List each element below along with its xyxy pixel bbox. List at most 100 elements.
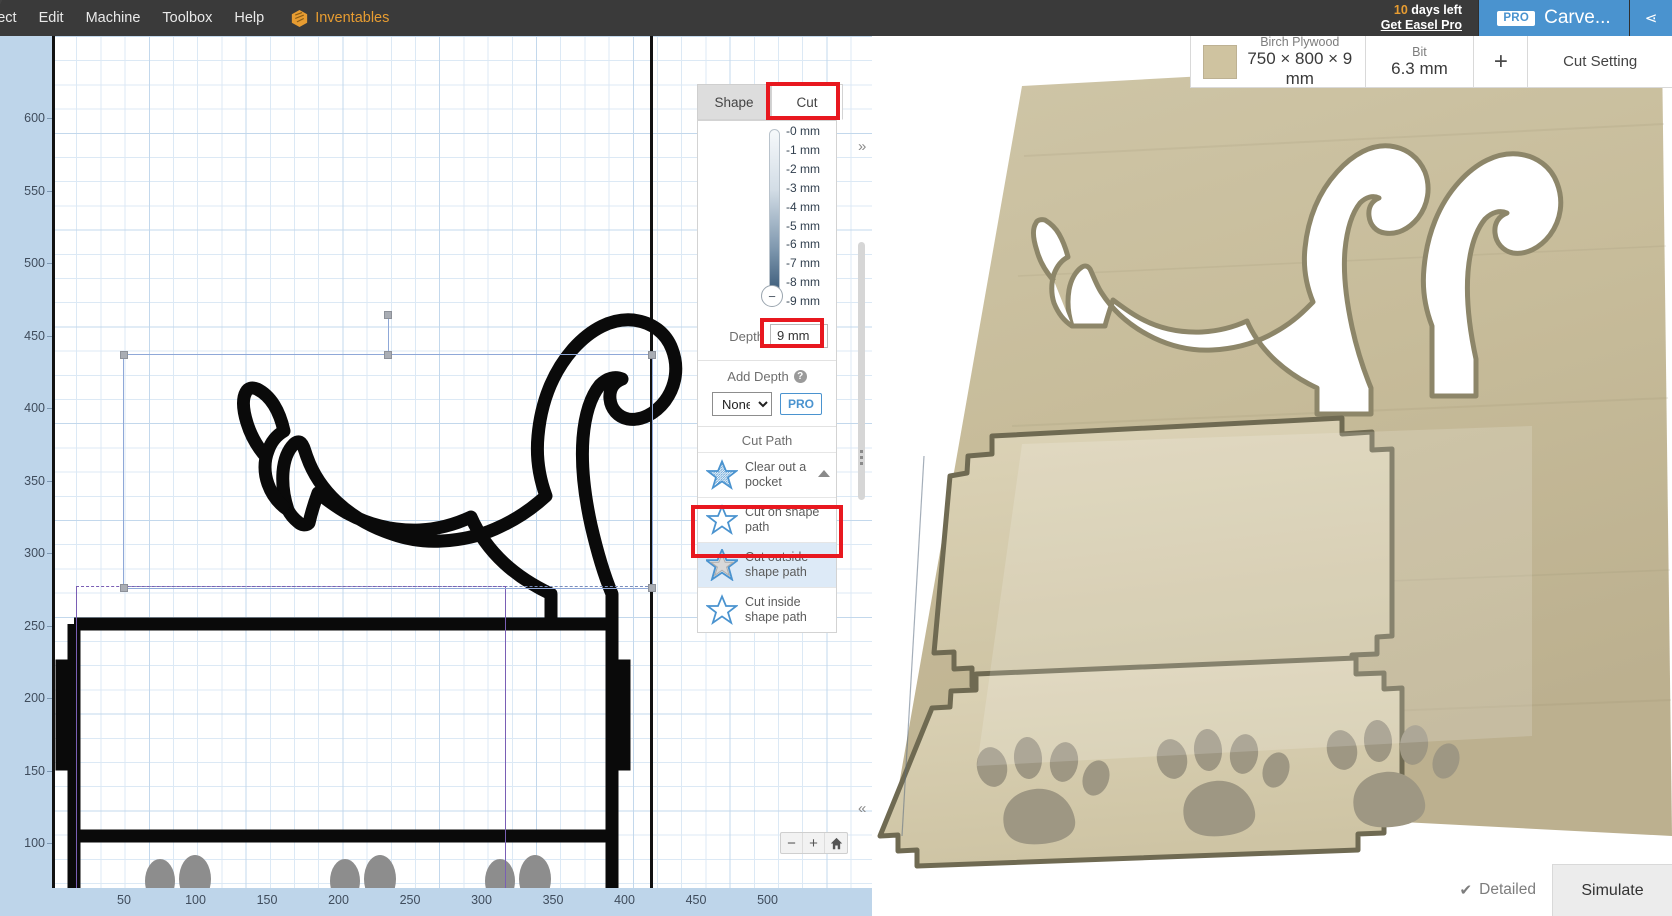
zoom-in-button[interactable]: + [803, 833, 825, 853]
depth-slider-tick-label: -2 mm [786, 161, 820, 176]
inventables-label: Inventables [315, 10, 390, 26]
ruler-y-tick [47, 625, 52, 627]
menu-item-help[interactable]: Help [223, 0, 275, 36]
resize-handle-sw[interactable] [120, 584, 128, 592]
ruler-y-tick-label: 400 [24, 401, 45, 415]
trial-status: 10 days left Get Easel Pro [1381, 3, 1478, 33]
ruler-x-tick-label: 400 [614, 893, 635, 907]
rotate-handle[interactable] [384, 311, 392, 319]
ruler-x-tick-label: 250 [399, 893, 421, 907]
cut-settings-button[interactable]: Cut Setting [1527, 36, 1672, 87]
ruler-y-tick [47, 480, 52, 482]
menu-item-machine[interactable]: Machine [75, 0, 152, 36]
depth-slider-tick-label: -3 mm [786, 180, 820, 195]
depth-slider-tick-label: -0 mm [786, 124, 820, 138]
ruler-y-tick [47, 408, 52, 409]
ruler-y-tick-label: 300 [24, 546, 45, 560]
vertical-ruler[interactable]: 600 550 500 450 400 350 300 250 200 150 100 [0, 36, 52, 916]
rotate-line [388, 315, 389, 355]
ruler-y-tick-label: 550 [24, 183, 45, 198]
preview-footer: ✔ Detailed Simulate [1444, 864, 1672, 916]
depth-slider-tick-label: -5 mm [786, 218, 820, 233]
inventables-logo-icon [292, 9, 308, 27]
star-outline-icon [706, 504, 738, 535]
menu-item-edit[interactable]: Edit [28, 0, 75, 36]
easel-app: ject Edit Machine Toolbox Help Inventabl… [0, 0, 1672, 916]
ruler-y-tick-label: 500 [24, 256, 45, 270]
resize-handle-nw[interactable] [120, 351, 128, 359]
add-depth-pro-badge[interactable]: PRO [779, 393, 822, 415]
depth-slider-tick-label: -6 mm [786, 237, 820, 252]
simulate-button[interactable]: Simulate [1552, 864, 1672, 916]
menu-item-toolbox[interactable]: Toolbox [151, 0, 223, 36]
home-icon [830, 837, 842, 849]
stock-render[interactable] [872, 36, 1672, 916]
ruler-x-tick-label: 500 [757, 893, 778, 907]
zoom-home-button[interactable] [825, 833, 847, 853]
cut-path-option-label: Cut outside shape path [745, 550, 809, 579]
depth-slider-tick-label: -4 mm [786, 199, 820, 214]
cut-path-option-inside[interactable]: Cut inside shape path [698, 587, 836, 632]
paw-toe [519, 855, 551, 888]
add-depth-label: Add Depth [727, 369, 789, 384]
trial-days-text: days left [1407, 3, 1462, 18]
material-swatch [1203, 44, 1237, 79]
star-filled-icon [706, 459, 738, 490]
help-icon[interactable]: ? [793, 370, 807, 383]
ruler-x-tick-label: 350 [542, 893, 564, 907]
depth-slider-knob[interactable]: − [761, 285, 783, 307]
cut-path-option-on-path[interactable]: Cut on shape path [698, 497, 836, 542]
material-name: Birch Plywood [1260, 36, 1340, 49]
ruler-y-tick [47, 698, 52, 699]
tab-cut[interactable]: Cut [771, 84, 843, 120]
ruler-x-tick-label: 300 [471, 893, 492, 907]
menu-item-project[interactable]: ject [0, 0, 28, 36]
cut-settings-panel: -0 mm -1 mm -2 mm -3 mm -4 mm -5 mm -6 mm -7 mm… [697, 120, 837, 633]
zoom-controls[interactable]: − + [780, 832, 848, 854]
material-cell[interactable]: Birch Plywood 750 × 800 × 9 mm [1190, 36, 1365, 88]
trial-days-line: 10 days left [1381, 3, 1462, 18]
add-depth-header: Add Depth ? [698, 361, 836, 386]
cut-path-option-outside[interactable]: Cut outside shape path [698, 542, 836, 587]
collapse-caret-icon[interactable] [818, 469, 830, 477]
ruler-x-tick-label: 100 [185, 893, 206, 907]
ruler-y-tick-label: 600 [24, 111, 45, 125]
horizontal-ruler[interactable]: 50 100 150 200 250 300 350 400 450 500 [52, 888, 872, 916]
ruler-y-tick [47, 263, 52, 264]
top-menu-bar: ject Edit Machine Toolbox Help Inventabl… [0, 0, 1672, 36]
get-easel-pro-link[interactable]: Get Easel Pro [1381, 18, 1462, 33]
depth-input[interactable]: 9 mm [770, 324, 828, 348]
star-inside-icon [706, 594, 738, 625]
tab-shape[interactable]: Shape [697, 84, 771, 120]
resize-handle-ne[interactable] [648, 351, 656, 359]
bit-cell[interactable]: Bit 6.3 mm [1364, 36, 1474, 87]
ruler-y-tick [47, 118, 52, 119]
add-depth-select[interactable]: None [711, 392, 772, 416]
add-material-button[interactable]: + [1473, 36, 1527, 87]
cut-path-option-pocket[interactable]: Clear out a pocket [698, 452, 836, 497]
panel-drag-handle[interactable] [860, 450, 863, 465]
secondary-shape-bounds [76, 586, 506, 916]
check-icon: ✔ [1459, 882, 1473, 899]
selection-bounding-box[interactable] [120, 311, 656, 592]
depth-row: Depth 9 mm [698, 321, 836, 361]
detailed-toggle[interactable]: ✔ Detailed [1444, 864, 1552, 916]
expand-right-chevron-icon[interactable]: » [858, 138, 866, 155]
material-bar: Birch Plywood 750 × 800 × 9 mm Bit 6.3 m… [1190, 36, 1672, 88]
resize-handle-se[interactable] [648, 584, 656, 592]
inventables-link[interactable]: Inventables [281, 9, 399, 28]
depth-slider[interactable]: -0 mm -1 mm -2 mm -3 mm -4 mm -5 mm -6 mm -7 mm… [698, 121, 836, 321]
cut-path-option-label: Cut inside shape path [745, 595, 807, 624]
resize-handle-n[interactable] [384, 351, 392, 359]
3d-preview[interactable]: Birch Plywood 750 × 800 × 9 mm Bit 6.3 m… [872, 36, 1672, 916]
ruler-x-tick-label: 200 [328, 893, 349, 907]
add-depth-row: None PRO [698, 386, 836, 427]
carve-button[interactable]: PRO Carve... [1478, 0, 1630, 36]
selection-highlight-overlay [977, 426, 1532, 766]
depth-slider-track[interactable] [769, 129, 780, 301]
bit-label: Bit [1412, 44, 1427, 59]
share-button[interactable]: ⋖ [1630, 0, 1672, 36]
collapse-left-chevron-icon[interactable]: « [858, 800, 866, 817]
ruler-y-tick-label: 100 [24, 836, 45, 850]
zoom-out-button[interactable]: − [781, 833, 803, 853]
